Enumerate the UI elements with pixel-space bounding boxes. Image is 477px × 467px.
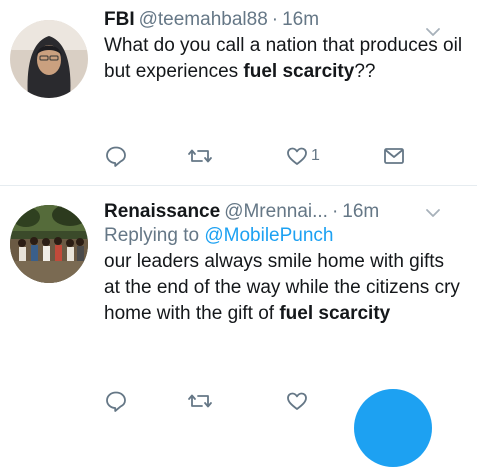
display-name[interactable]: Renaissance bbox=[104, 201, 220, 222]
tweet-text: our leaders always smile home with gifts… bbox=[104, 249, 464, 327]
tweet-text-bold: fuel scarcity bbox=[279, 303, 391, 324]
user-handle[interactable]: @teemahbal88 bbox=[139, 9, 268, 30]
retweet-button[interactable] bbox=[187, 143, 213, 169]
retweet-icon bbox=[187, 144, 213, 168]
heart-icon bbox=[285, 389, 309, 413]
avatar[interactable] bbox=[10, 20, 88, 98]
retweet-icon bbox=[187, 389, 213, 413]
timestamp[interactable]: 16m bbox=[342, 201, 379, 222]
mention-link[interactable]: @MobilePunch bbox=[204, 225, 333, 246]
reply-icon bbox=[104, 389, 128, 413]
direct-message-button[interactable] bbox=[382, 143, 406, 169]
envelope-icon bbox=[382, 144, 406, 168]
tweet-text: What do you call a nation that produces … bbox=[104, 33, 464, 85]
tweet-text-bold: fuel scarcity bbox=[243, 61, 355, 82]
reply-button[interactable] bbox=[104, 388, 128, 414]
user-handle[interactable]: @Mrennai... bbox=[224, 201, 328, 222]
replying-to-label: Replying to bbox=[104, 225, 205, 246]
reply-button[interactable] bbox=[104, 143, 128, 169]
like-count: 1 bbox=[311, 147, 320, 164]
reply-icon bbox=[104, 144, 128, 168]
avatar[interactable] bbox=[10, 205, 88, 283]
compose-tweet-button[interactable] bbox=[354, 389, 432, 467]
heart-icon bbox=[285, 144, 309, 168]
tweet-actions: 1 bbox=[104, 143, 404, 169]
retweet-button[interactable] bbox=[187, 388, 213, 414]
timestamp[interactable]: 16m bbox=[282, 9, 319, 30]
replying-to: Replying to @MobilePunch bbox=[104, 224, 333, 248]
separator-dot: · bbox=[271, 9, 279, 30]
separator-dot: · bbox=[331, 201, 339, 222]
tweet[interactable]: Renaissance @Mrennai... · 16m Replying to @… bbox=[0, 186, 477, 420]
tweet[interactable]: FBI @teemahbal88 · 16m What do you call a n… bbox=[0, 0, 477, 185]
chevron-down-icon[interactable] bbox=[425, 205, 441, 221]
like-button[interactable]: 1 bbox=[285, 143, 320, 169]
tweet-text-part: ?? bbox=[354, 61, 376, 82]
display-name[interactable]: FBI bbox=[104, 9, 135, 30]
tweet-header: FBI @teemahbal88 · 16m bbox=[104, 8, 437, 32]
tweet-header: Renaissance @Mrennai... · 16m bbox=[104, 200, 437, 224]
like-button[interactable] bbox=[285, 388, 309, 414]
